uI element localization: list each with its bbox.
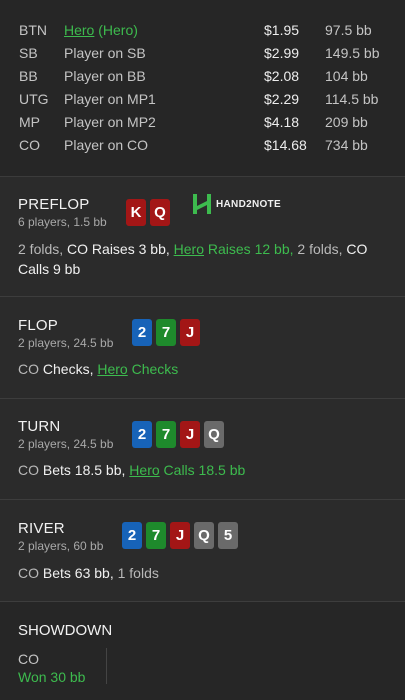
- player-ref: CO: [346, 241, 368, 257]
- position-label: MP: [19, 114, 40, 130]
- street-title: FLOP: [18, 317, 58, 334]
- stack-bb: 97.5 bb: [325, 22, 372, 38]
- player-name: Player on MP1: [64, 91, 156, 107]
- position-label: BTN: [19, 22, 47, 38]
- action-text: 1 folds: [117, 565, 159, 581]
- stack-bb: 149.5 bb: [325, 45, 380, 61]
- player-row-co: CO Player on CO $14.68 734 bb: [0, 134, 405, 157]
- board-cards: 2 7 J Q: [132, 421, 224, 448]
- stack-bb: 734 bb: [325, 137, 368, 153]
- stack-amount: $4.18: [264, 114, 300, 130]
- card: 2: [132, 421, 152, 448]
- player-row-utg: UTG Player on MP1 $2.29 114.5 bb: [0, 88, 405, 111]
- card: 2: [122, 522, 142, 549]
- hand2note-icon: [193, 194, 211, 214]
- card: 5: [218, 522, 238, 549]
- player-name: Player on BB: [64, 68, 146, 84]
- player-name: Player on MP2: [64, 114, 156, 130]
- action-text: Bets 18.5 bb,: [39, 462, 130, 478]
- action-text: Raises 3 bb,: [88, 241, 174, 257]
- showdown-section: SHOWDOWN CO Won 30 bb: [0, 602, 405, 700]
- hero-link[interactable]: Hero: [129, 462, 159, 478]
- players-table: BTN Hero (Hero) $1.95 97.5 bb SB Player …: [0, 0, 405, 177]
- player-name: Player on SB: [64, 45, 146, 61]
- card: Q: [194, 522, 214, 549]
- street-actions: CO Bets 18.5 bb, Hero Calls 18.5 bb: [18, 460, 388, 480]
- player-ref: CO: [18, 361, 39, 377]
- card: K: [126, 199, 146, 226]
- street-actions: CO Checks, Hero Checks: [18, 359, 388, 379]
- street-actions: 2 folds, CO Raises 3 bb, Hero Raises 12 …: [18, 239, 388, 279]
- card: 7: [156, 319, 176, 346]
- card: J: [170, 522, 190, 549]
- stack-amount: $2.08: [264, 68, 300, 84]
- street-subtitle: 2 players, 24.5 bb: [18, 336, 114, 350]
- card: 2: [132, 319, 152, 346]
- board-cards: 2 7 J: [132, 319, 200, 346]
- hero-action-text: Raises 12 bb,: [204, 241, 298, 257]
- position-label: CO: [19, 137, 40, 153]
- hero-link[interactable]: Hero: [174, 241, 204, 257]
- showdown-player: CO: [18, 651, 39, 667]
- hero-suffix: (Hero): [94, 22, 138, 38]
- hero-link[interactable]: Hero: [97, 361, 127, 377]
- flop-section: FLOP 2 players, 24.5 bb 2 7 J CO Checks,…: [0, 297, 405, 399]
- street-title: PREFLOP: [18, 196, 90, 213]
- showdown-result: Won 30 bb: [18, 669, 86, 685]
- street-subtitle: 2 players, 24.5 bb: [18, 437, 114, 451]
- card: 7: [156, 421, 176, 448]
- player-row-sb: SB Player on SB $2.99 149.5 bb: [0, 42, 405, 65]
- street-title: RIVER: [18, 520, 65, 537]
- player-row-btn: BTN Hero (Hero) $1.95 97.5 bb: [0, 19, 405, 42]
- action-text: 2 folds,: [18, 241, 68, 257]
- player-name: Player on CO: [64, 137, 149, 153]
- street-subtitle: 6 players, 1.5 bb: [18, 215, 107, 229]
- hero-action-text: Calls 18.5 bb: [159, 462, 246, 478]
- action-text: Checks,: [39, 361, 98, 377]
- position-label: UTG: [19, 91, 49, 107]
- player-ref: CO: [18, 462, 39, 478]
- river-section: RIVER 2 players, 60 bb 2 7 J Q 5 CO Bets…: [0, 500, 405, 602]
- hole-cards: K Q: [126, 199, 170, 226]
- card: Q: [204, 421, 224, 448]
- player-row-mp: MP Player on MP2 $4.18 209 bb: [0, 111, 405, 134]
- position-label: BB: [19, 68, 38, 84]
- player-ref: CO: [67, 241, 89, 257]
- action-text: Calls 9 bb: [18, 261, 81, 277]
- position-label: SB: [19, 45, 38, 61]
- action-text: Bets 63 bb,: [39, 565, 118, 581]
- showdown-title: SHOWDOWN: [18, 622, 113, 639]
- hand2note-wordmark: HAND2NOTE: [216, 198, 281, 210]
- stack-bb: 114.5 bb: [325, 91, 379, 107]
- turn-section: TURN 2 players, 24.5 bb 2 7 J Q CO Bets …: [0, 399, 405, 500]
- street-title: TURN: [18, 418, 61, 435]
- stack-amount: $14.68: [264, 137, 307, 153]
- player-ref: CO: [18, 565, 39, 581]
- card: Q: [150, 199, 170, 226]
- hero-action-text: Checks: [127, 361, 179, 377]
- card: J: [180, 319, 200, 346]
- street-subtitle: 2 players, 60 bb: [18, 539, 104, 553]
- player-row-bb: BB Player on BB $2.08 104 bb: [0, 65, 405, 88]
- action-text: 2 folds,: [297, 241, 347, 257]
- hero-link[interactable]: Hero: [64, 22, 94, 38]
- board-cards: 2 7 J Q 5: [122, 522, 238, 549]
- stack-amount: $2.99: [264, 45, 300, 61]
- hand2note-logo: HAND2NOTE: [193, 194, 281, 214]
- divider: [106, 648, 107, 684]
- stack-bb: 104 bb: [325, 68, 368, 84]
- stack-bb: 209 bb: [325, 114, 368, 130]
- card: J: [180, 421, 200, 448]
- stack-amount: $1.95: [264, 22, 300, 38]
- card: 7: [146, 522, 166, 549]
- stack-amount: $2.29: [264, 91, 300, 107]
- player-name: Hero (Hero): [64, 19, 138, 42]
- street-actions: CO Bets 63 bb, 1 folds: [18, 563, 388, 583]
